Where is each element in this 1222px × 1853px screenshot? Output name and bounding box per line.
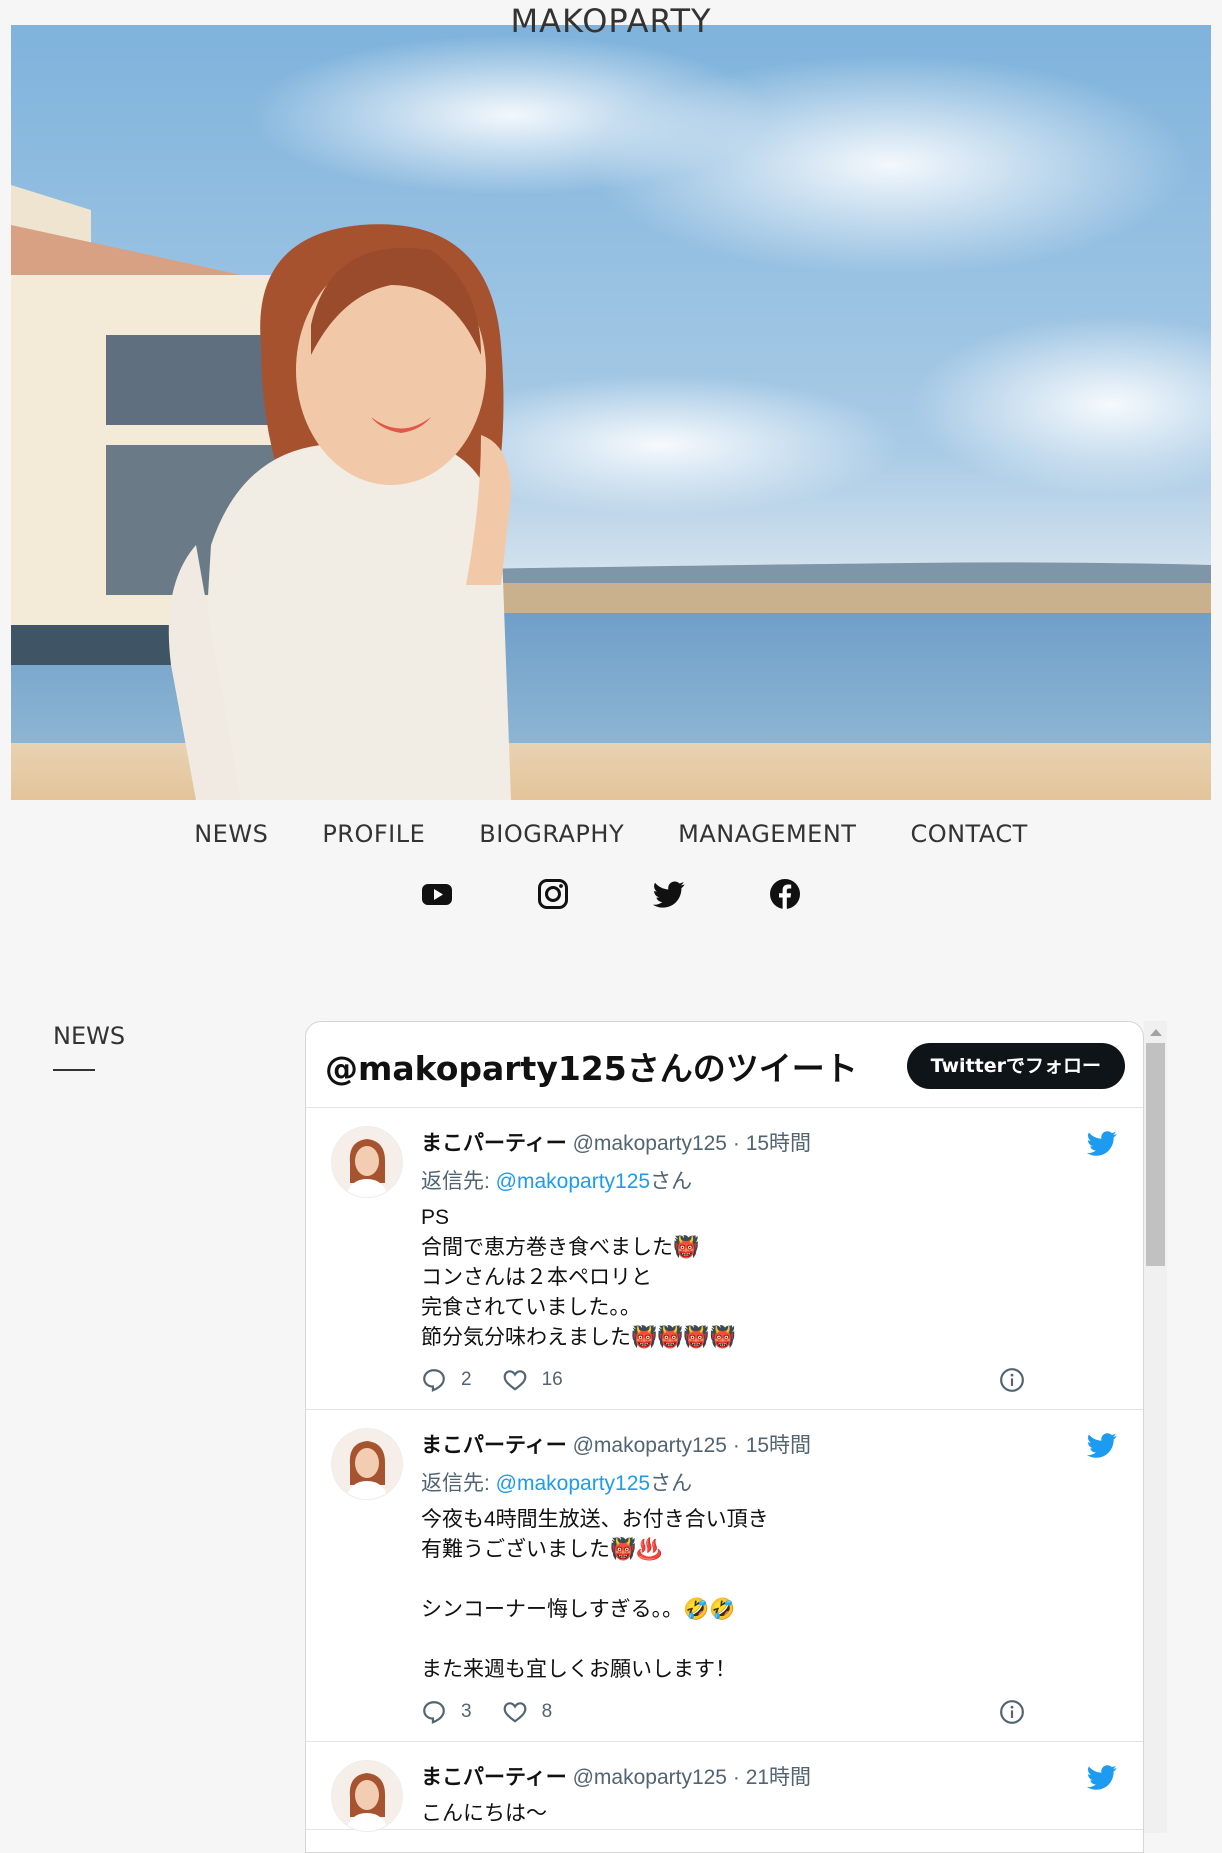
reply-icon bbox=[423, 1369, 445, 1392]
tweet[interactable]: まこパーティー @makoparty125 · 15時間 返信先: @makop… bbox=[306, 1108, 1143, 1410]
nav-news[interactable]: NEWS bbox=[194, 820, 268, 848]
tweet[interactable]: まこパーティー @makoparty125 · 21時間 こんにちは～ bbox=[306, 1742, 1143, 1832]
heart-icon bbox=[503, 1702, 526, 1723]
widget-scrollbar[interactable] bbox=[1144, 1021, 1167, 1833]
timeline-title: @makoparty125さんのツイート bbox=[325, 1049, 858, 1088]
news-heading: NEWS bbox=[53, 1022, 126, 1050]
author-name[interactable]: まこパーティー bbox=[421, 1433, 567, 1457]
instagram-icon[interactable] bbox=[537, 878, 569, 910]
separator-dot: · bbox=[732, 1434, 740, 1457]
twitter-timeline-widget: @makoparty125さんのツイート Twitterでフォロー まこパーティ… bbox=[305, 1021, 1144, 1853]
twitter-bird-icon[interactable] bbox=[1085, 1430, 1119, 1460]
twitter-bird-icon[interactable] bbox=[1085, 1128, 1119, 1158]
info-button[interactable] bbox=[999, 1699, 1039, 1731]
author-handle[interactable]: @makoparty125 bbox=[573, 1766, 727, 1789]
tweet-time[interactable]: 15時間 bbox=[746, 1132, 811, 1155]
info-button[interactable] bbox=[999, 1367, 1039, 1399]
tweet[interactable]: まこパーティー @makoparty125 · 15時間 返信先: @makop… bbox=[306, 1410, 1143, 1742]
reply-mention[interactable]: @makoparty125 bbox=[496, 1170, 650, 1193]
reply-count: 2 bbox=[461, 1369, 472, 1390]
tweet-text: 今夜も4時間生放送、お付き合い頂き 有難うございました👹♨️ シンコーナー悔しす… bbox=[421, 1508, 769, 1681]
nav-biography[interactable]: BIOGRAPHY bbox=[479, 820, 624, 848]
avatar[interactable] bbox=[331, 1126, 403, 1198]
scrollbar-thumb[interactable] bbox=[1146, 1043, 1165, 1266]
reply-button[interactable]: 2 bbox=[421, 1367, 472, 1393]
like-button[interactable]: 8 bbox=[502, 1699, 553, 1725]
reply-suffix: さん bbox=[650, 1170, 693, 1193]
nav-contact[interactable]: CONTACT bbox=[910, 820, 1027, 848]
reply-suffix: さん bbox=[650, 1472, 693, 1495]
author-handle[interactable]: @makoparty125 bbox=[573, 1132, 727, 1155]
author-name[interactable]: まこパーティー bbox=[421, 1131, 567, 1155]
social-links bbox=[0, 878, 1222, 910]
info-icon bbox=[1000, 1700, 1024, 1724]
site-logo[interactable]: MAKOPARTY bbox=[0, 2, 1222, 40]
tweet-actions: 3 8 bbox=[421, 1699, 1063, 1741]
youtube-icon[interactable] bbox=[421, 878, 453, 910]
separator-dot: · bbox=[732, 1766, 740, 1789]
avatar[interactable] bbox=[331, 1428, 403, 1500]
tweet-time[interactable]: 15時間 bbox=[746, 1434, 811, 1457]
like-button[interactable]: 16 bbox=[502, 1367, 563, 1393]
reply-prefix: 返信先: bbox=[421, 1170, 496, 1193]
timeline-header: @makoparty125さんのツイート Twitterでフォロー bbox=[306, 1022, 1143, 1108]
twitter-icon[interactable] bbox=[652, 878, 685, 910]
news-heading-underline bbox=[53, 1069, 95, 1071]
nav-profile[interactable]: PROFILE bbox=[322, 820, 425, 848]
reply-icon bbox=[423, 1701, 445, 1724]
tweet-actions: 2 16 bbox=[421, 1367, 1063, 1409]
separator-dot: · bbox=[732, 1132, 740, 1155]
author-name[interactable]: まこパーティー bbox=[421, 1765, 567, 1789]
like-count: 8 bbox=[541, 1701, 553, 1722]
nav-management[interactable]: MANAGEMENT bbox=[678, 820, 856, 848]
tweet-text: PS 合間で恵方巻き食べました👹 コンさんは２本ペロリと 完食されていました。。… bbox=[421, 1206, 736, 1349]
like-count: 16 bbox=[541, 1369, 563, 1390]
reply-button[interactable]: 3 bbox=[421, 1699, 472, 1725]
reply-count: 3 bbox=[461, 1701, 472, 1722]
avatar[interactable] bbox=[331, 1760, 403, 1832]
follow-button[interactable]: Twitterでフォロー bbox=[906, 1043, 1125, 1089]
author-handle[interactable]: @makoparty125 bbox=[573, 1434, 727, 1457]
twitter-bird-icon[interactable] bbox=[1085, 1762, 1119, 1792]
tweet-time[interactable]: 21時間 bbox=[746, 1766, 811, 1789]
reply-prefix: 返信先: bbox=[421, 1472, 496, 1495]
tweet-text: こんにちは～ bbox=[421, 1802, 547, 1825]
hero-photo bbox=[11, 25, 1211, 800]
reply-mention[interactable]: @makoparty125 bbox=[496, 1472, 650, 1495]
scroll-up-arrow-icon[interactable] bbox=[1150, 1029, 1162, 1036]
heart-icon bbox=[503, 1370, 526, 1391]
reply-to: 返信先: @makoparty125さん bbox=[421, 1469, 1063, 1499]
info-icon bbox=[1000, 1368, 1024, 1392]
main-nav: NEWS PROFILE BIOGRAPHY MANAGEMENT CONTAC… bbox=[0, 820, 1222, 848]
facebook-icon[interactable] bbox=[769, 878, 801, 910]
reply-to: 返信先: @makoparty125さん bbox=[421, 1167, 1063, 1197]
